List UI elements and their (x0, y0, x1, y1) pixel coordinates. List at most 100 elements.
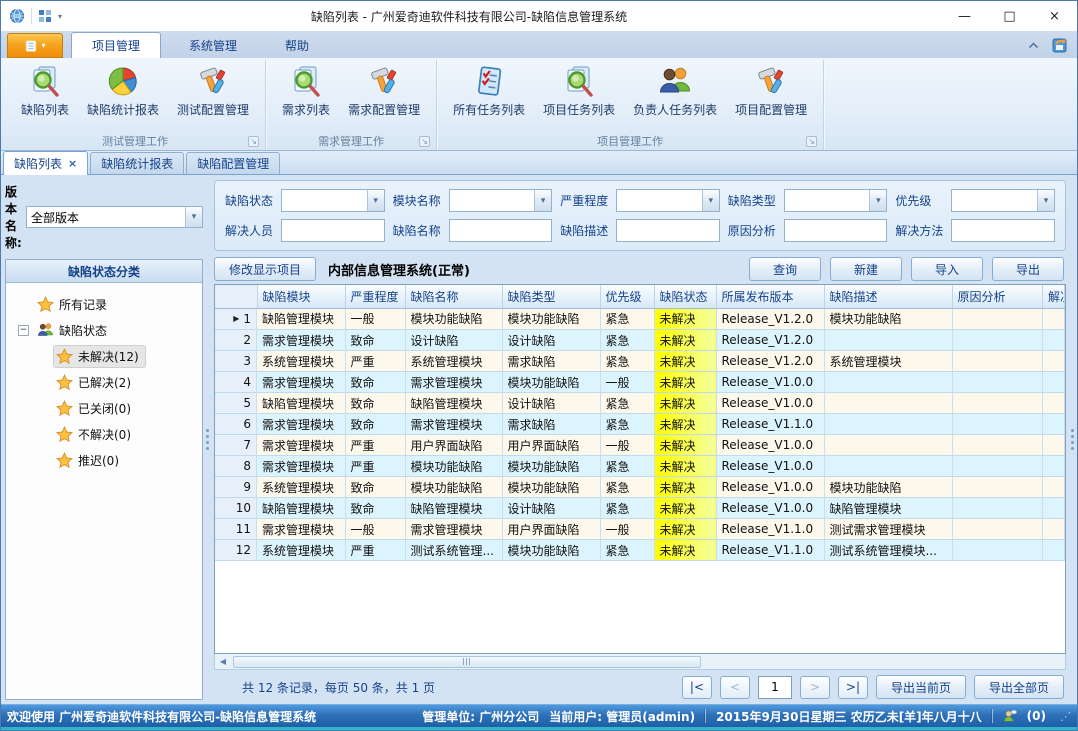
table-cell[interactable]: Release_V1.0.0 (716, 477, 824, 498)
filter-text-input[interactable] (281, 219, 385, 242)
table-cell[interactable]: 模块功能缺陷 (502, 477, 600, 498)
column-header[interactable]: 所属发布版本 (716, 285, 824, 308)
table-cell[interactable]: Release_V1.2.0 (716, 308, 824, 330)
resize-grip-icon[interactable]: ⋰ (1060, 710, 1071, 723)
table-cell[interactable]: 紧急 (600, 351, 654, 372)
table-cell[interactable]: 测试系统管理模块... (824, 540, 952, 561)
table-cell[interactable]: 模块功能缺陷 (405, 456, 502, 477)
table-cell[interactable] (1043, 498, 1065, 519)
table-row[interactable]: 6需求管理模块致命需求管理模块需求缺陷紧急未解决Release_V1.1.0 (215, 414, 1065, 435)
table-cell[interactable]: Release_V1.1.0 (716, 414, 824, 435)
filter-combo[interactable]: ▾ (449, 189, 553, 212)
table-cell[interactable]: 系统管理模块 (257, 540, 345, 561)
table-cell[interactable]: 严重 (345, 435, 405, 456)
modify-columns-button[interactable]: 修改显示项目 (214, 257, 316, 281)
table-cell[interactable]: 一般 (600, 519, 654, 540)
table-row[interactable]: 9系统管理模块致命模块功能缺陷模块功能缺陷紧急未解决Release_V1.0.0… (215, 477, 1065, 498)
table-cell[interactable]: 紧急 (600, 540, 654, 561)
table-cell[interactable]: 设计缺陷 (502, 498, 600, 519)
row-selector[interactable]: 6 (215, 414, 257, 435)
action-button[interactable]: 查询 (749, 257, 821, 281)
table-cell[interactable]: 未解决 (654, 372, 716, 393)
table-cell[interactable]: 需求管理模块 (405, 372, 502, 393)
scroll-left-icon[interactable]: ◀ (215, 655, 231, 669)
table-cell[interactable]: 未解决 (654, 477, 716, 498)
table-cell[interactable] (952, 308, 1043, 330)
horizontal-scrollbar[interactable]: ◀ (214, 654, 1066, 670)
ribbon-tab[interactable]: 帮助 (265, 32, 329, 58)
tree-node[interactable]: 已关闭(0) (8, 395, 200, 421)
tree-node[interactable]: 已解决(2) (8, 369, 200, 395)
table-cell[interactable] (824, 435, 952, 456)
table-cell[interactable]: 未解决 (654, 330, 716, 351)
table-row[interactable]: 2需求管理模块致命设计缺陷设计缺陷紧急未解决Release_V1.2.0 (215, 330, 1065, 351)
table-cell[interactable]: 紧急 (600, 414, 654, 435)
dialog-launcher-icon[interactable]: ↘ (419, 136, 430, 147)
ribbon-tab[interactable]: 系统管理 (169, 32, 257, 58)
table-cell[interactable] (1043, 330, 1065, 351)
table-cell[interactable]: 致命 (345, 498, 405, 519)
maximize-button[interactable]: □ (987, 1, 1032, 31)
table-cell[interactable]: 用户界面缺陷 (502, 435, 600, 456)
column-header[interactable]: 解决方法 (1043, 285, 1065, 308)
table-cell[interactable]: 一般 (600, 435, 654, 456)
filter-combo[interactable]: ▾ (951, 189, 1055, 212)
filter-combo[interactable]: ▾ (784, 189, 888, 212)
tree-node[interactable]: 所有记录 (8, 291, 200, 317)
table-cell[interactable]: 测试需求管理模块 (824, 519, 952, 540)
table-cell[interactable]: 测试系统管理... (405, 540, 502, 561)
ribbon-button[interactable]: 需求列表 (276, 62, 336, 121)
table-row[interactable]: 12系统管理模块严重测试系统管理...模块功能缺陷紧急未解决Release_V1… (215, 540, 1065, 561)
chevron-down-icon[interactable]: ▾ (869, 190, 886, 211)
table-cell[interactable]: 严重 (345, 456, 405, 477)
ribbon-button[interactable]: 项目配置管理 (729, 62, 813, 121)
first-page-button[interactable]: |< (682, 676, 712, 699)
table-cell[interactable]: 未解决 (654, 393, 716, 414)
column-header[interactable]: 原因分析 (952, 285, 1043, 308)
table-cell[interactable]: 系统管理模块 (257, 477, 345, 498)
table-cell[interactable] (824, 372, 952, 393)
table-cell[interactable] (952, 372, 1043, 393)
table-cell[interactable] (824, 393, 952, 414)
chevron-down-icon[interactable]: ▾ (1037, 190, 1054, 211)
table-cell[interactable]: 致命 (345, 372, 405, 393)
table-cell[interactable] (1043, 372, 1065, 393)
table-cell[interactable] (952, 498, 1043, 519)
table-cell[interactable] (1043, 540, 1065, 561)
table-row[interactable]: 4需求管理模块致命需求管理模块模块功能缺陷一般未解决Release_V1.0.0 (215, 372, 1065, 393)
table-cell[interactable] (1043, 414, 1065, 435)
filter-text-input[interactable] (449, 219, 553, 242)
ribbon-button[interactable]: 测试配置管理 (171, 62, 255, 121)
table-cell[interactable]: 紧急 (600, 330, 654, 351)
row-selector[interactable]: 10 (215, 498, 257, 519)
table-cell[interactable]: 未解决 (654, 519, 716, 540)
expand-toggle-icon[interactable]: − (18, 325, 29, 336)
filter-combo-input[interactable] (450, 190, 535, 211)
row-selector[interactable]: 7 (215, 435, 257, 456)
table-cell[interactable]: 需求管理模块 (257, 456, 345, 477)
export-current-page-button[interactable]: 导出当前页 (876, 675, 966, 699)
ribbon-button[interactable]: 缺陷统计报表 (81, 62, 165, 121)
table-cell[interactable]: 缺陷管理模块 (257, 393, 345, 414)
table-cell[interactable]: 模块功能缺陷 (824, 308, 952, 330)
right-splitter[interactable] (1068, 175, 1077, 704)
collapse-ribbon-icon[interactable] (1028, 42, 1039, 49)
table-cell[interactable]: 需求管理模块 (405, 519, 502, 540)
filter-combo-input[interactable] (952, 190, 1037, 211)
action-button[interactable]: 导入 (911, 257, 983, 281)
table-cell[interactable]: 紧急 (600, 456, 654, 477)
table-cell[interactable] (1043, 393, 1065, 414)
table-cell[interactable]: 需求管理模块 (405, 414, 502, 435)
next-page-button[interactable]: > (800, 676, 830, 699)
table-cell[interactable] (952, 351, 1043, 372)
user-message-icon[interactable] (1003, 709, 1017, 723)
table-cell[interactable] (1043, 456, 1065, 477)
table-cell[interactable]: 紧急 (600, 393, 654, 414)
chevron-down-icon[interactable]: ▾ (367, 190, 384, 211)
action-button[interactable]: 新建 (830, 257, 902, 281)
page-number-input[interactable] (758, 676, 792, 699)
table-cell[interactable] (1043, 435, 1065, 456)
version-combo[interactable]: ▾ (26, 206, 203, 228)
column-header[interactable]: 优先级 (600, 285, 654, 308)
table-cell[interactable]: Release_V1.0.0 (716, 435, 824, 456)
